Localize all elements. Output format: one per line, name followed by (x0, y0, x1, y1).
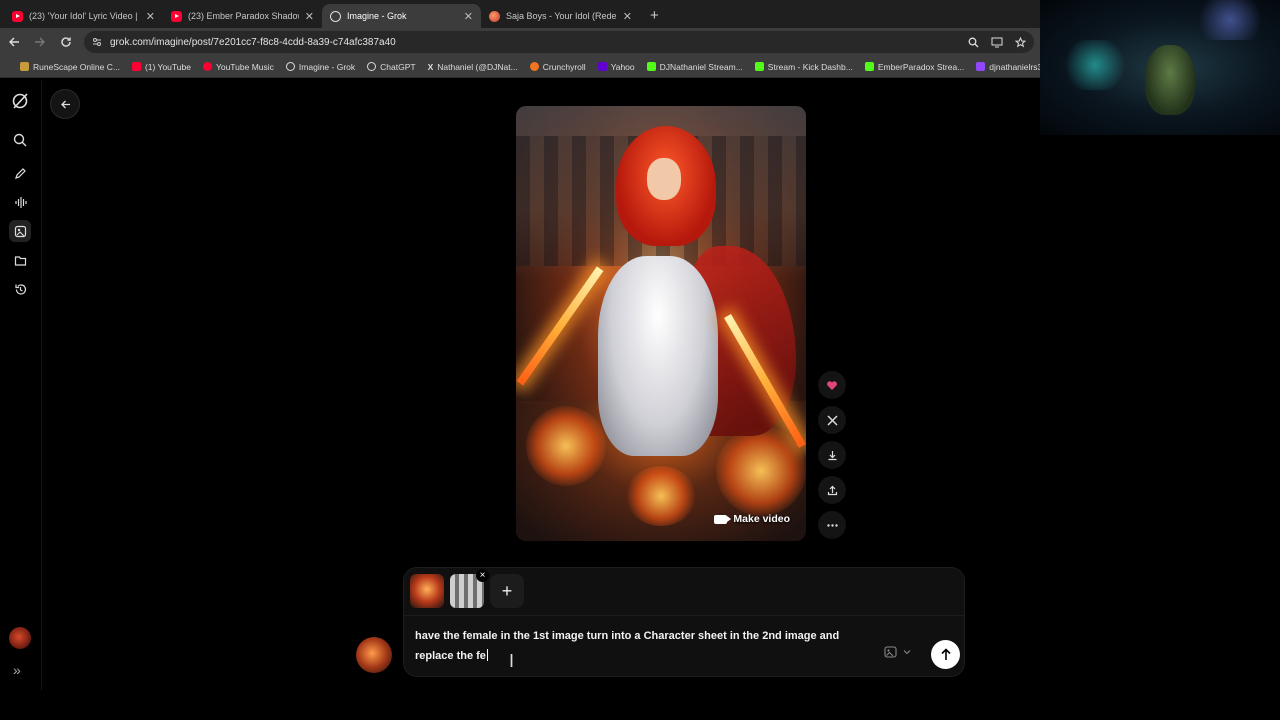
x-icon: X (427, 61, 434, 72)
streamer-face (1145, 45, 1195, 115)
bookmark-imagine-grok[interactable]: Imagine - Grok (285, 62, 355, 72)
grok-icon (285, 62, 295, 71)
tab-title: (23) 'Your Idol' Lyric Video | KPo (29, 11, 140, 21)
bookmark-chatgpt[interactable]: ChatGPT (367, 62, 416, 72)
bookmark-x-nathaniel[interactable]: X Nathaniel (@DJNat... (428, 62, 518, 72)
profile-avatar[interactable] (9, 627, 31, 649)
flaming-sword (516, 266, 604, 386)
download-icon[interactable] (818, 441, 846, 469)
voice-icon[interactable] (11, 193, 29, 211)
crunchyroll-icon (529, 62, 539, 71)
kick-icon (754, 62, 764, 71)
share-icon[interactable] (818, 476, 846, 504)
tab-saja-boys[interactable]: Saja Boys - Your Idol (Redempti ✕ (481, 4, 640, 28)
browser-toolbar: grok.com/imagine/post/7e201cc7-f8c8-4cdd… (0, 28, 1040, 56)
arrow-left-icon (60, 100, 70, 108)
bookmark-star-icon[interactable] (1015, 36, 1026, 48)
generated-image[interactable]: Make video (516, 106, 806, 541)
grok-icon (330, 10, 341, 22)
text-cursor-icon: I (509, 651, 515, 671)
white-horse (598, 256, 718, 456)
add-attachment-button[interactable]: + (490, 574, 524, 608)
kick-icon (646, 62, 656, 71)
heart-icon[interactable] (818, 371, 846, 399)
tab-your-idol-lyric[interactable]: (23) 'Your Idol' Lyric Video | KPo ✕ (4, 4, 163, 28)
image-mode-icon (884, 646, 897, 658)
attachment-thumbnail[interactable] (410, 574, 444, 608)
attachment-thumbnail[interactable]: × (450, 569, 489, 608)
left-sidebar: » (0, 80, 42, 690)
chatgpt-icon (367, 62, 377, 71)
close-tab-icon[interactable]: ✕ (623, 10, 632, 23)
prompt-composer: × + have the female in the 1st image tur… (403, 567, 965, 677)
bookmark-youtube[interactable]: (1) YouTube (131, 62, 191, 72)
grok-logo-icon[interactable] (11, 92, 29, 110)
yahoo-icon (597, 62, 607, 71)
bookmark-runescape[interactable]: RuneScape Online C... (20, 62, 120, 72)
forward-arrow-icon[interactable] (32, 34, 48, 50)
youtube-icon (131, 62, 141, 71)
user-avatar (356, 637, 392, 673)
tab-imagine-grok[interactable]: Imagine - Grok ✕ (322, 4, 481, 28)
youtube-icon (171, 10, 182, 22)
webcam-overlay (1040, 0, 1280, 135)
text-caret (486, 649, 488, 661)
url-text: grok.com/imagine/post/7e201cc7-f8c8-4cdd… (110, 36, 396, 48)
youtube-icon (12, 10, 23, 22)
chevron-down-icon (903, 650, 911, 655)
screen: (23) 'Your Idol' Lyric Video | KPo ✕ (23… (0, 0, 1280, 720)
close-tab-icon[interactable]: ✕ (146, 10, 155, 23)
attachments: × + (410, 569, 524, 608)
site-info-icon[interactable] (92, 37, 102, 47)
prompt-text: have the female in the 1st image turn in… (415, 630, 840, 662)
expand-sidebar-icon[interactable]: » (13, 662, 21, 678)
address-bar[interactable]: grok.com/imagine/post/7e201cc7-f8c8-4cdd… (84, 31, 1034, 53)
saja-icon (489, 10, 500, 22)
tab-title: Imagine - Grok (347, 11, 407, 21)
arrow-up-icon (940, 648, 951, 660)
youtube-music-icon (202, 62, 212, 71)
prompt-input[interactable]: have the female in the 1st image turn in… (415, 626, 865, 666)
bookmark-yahoo[interactable]: Yahoo (597, 62, 635, 72)
tab-ember-paradox[interactable]: (23) Ember Paradox Shadow wa ✕ (163, 4, 322, 28)
twitch-icon (976, 62, 986, 71)
image-mode-selector[interactable] (884, 646, 911, 658)
new-tab-button[interactable]: + (640, 7, 669, 28)
zoom-icon[interactable] (968, 37, 979, 48)
bookmarks-bar: RuneScape Online C... (1) YouTube YouTub… (0, 56, 1040, 78)
post-actions (818, 371, 846, 546)
bookmark-kick-dashboard[interactable]: Stream - Kick Dashb... (754, 62, 853, 72)
more-icon[interactable] (818, 511, 846, 539)
x-share-icon[interactable] (818, 406, 846, 434)
tab-strip: (23) 'Your Idol' Lyric Video | KPo ✕ (23… (0, 0, 1040, 28)
reload-icon[interactable] (58, 34, 74, 50)
folder-icon[interactable] (11, 251, 29, 269)
video-camera-icon (714, 514, 732, 524)
runescape-icon (20, 62, 29, 71)
bookmark-djnathaniel-stream[interactable]: DJNathaniel Stream... (646, 62, 743, 72)
bookmark-emberparadox-stream[interactable]: EmberParadox Strea... (864, 62, 964, 72)
close-tab-icon[interactable]: ✕ (305, 10, 314, 23)
kick-icon (864, 62, 874, 71)
tab-title: (23) Ember Paradox Shadow wa (188, 11, 299, 21)
bookmark-youtube-music[interactable]: YouTube Music (202, 62, 274, 72)
send-button[interactable] (931, 640, 960, 669)
back-arrow-icon[interactable] (6, 34, 22, 50)
tab-title: Saja Boys - Your Idol (Redempti (506, 11, 617, 21)
edit-icon[interactable] (11, 164, 29, 182)
search-icon[interactable] (11, 131, 29, 149)
history-icon[interactable] (11, 280, 29, 298)
close-tab-icon[interactable]: ✕ (464, 10, 473, 23)
make-video-button[interactable]: Make video (714, 513, 790, 525)
bookmark-crunchyroll[interactable]: Crunchyroll (529, 62, 586, 72)
remove-attachment-icon[interactable]: × (476, 569, 489, 582)
imagine-icon[interactable] (9, 220, 31, 242)
back-button[interactable] (50, 89, 80, 119)
bookmark-twitch[interactable]: djnathanielrs3 - Twit... (976, 62, 1040, 72)
cast-icon[interactable] (991, 37, 1003, 48)
